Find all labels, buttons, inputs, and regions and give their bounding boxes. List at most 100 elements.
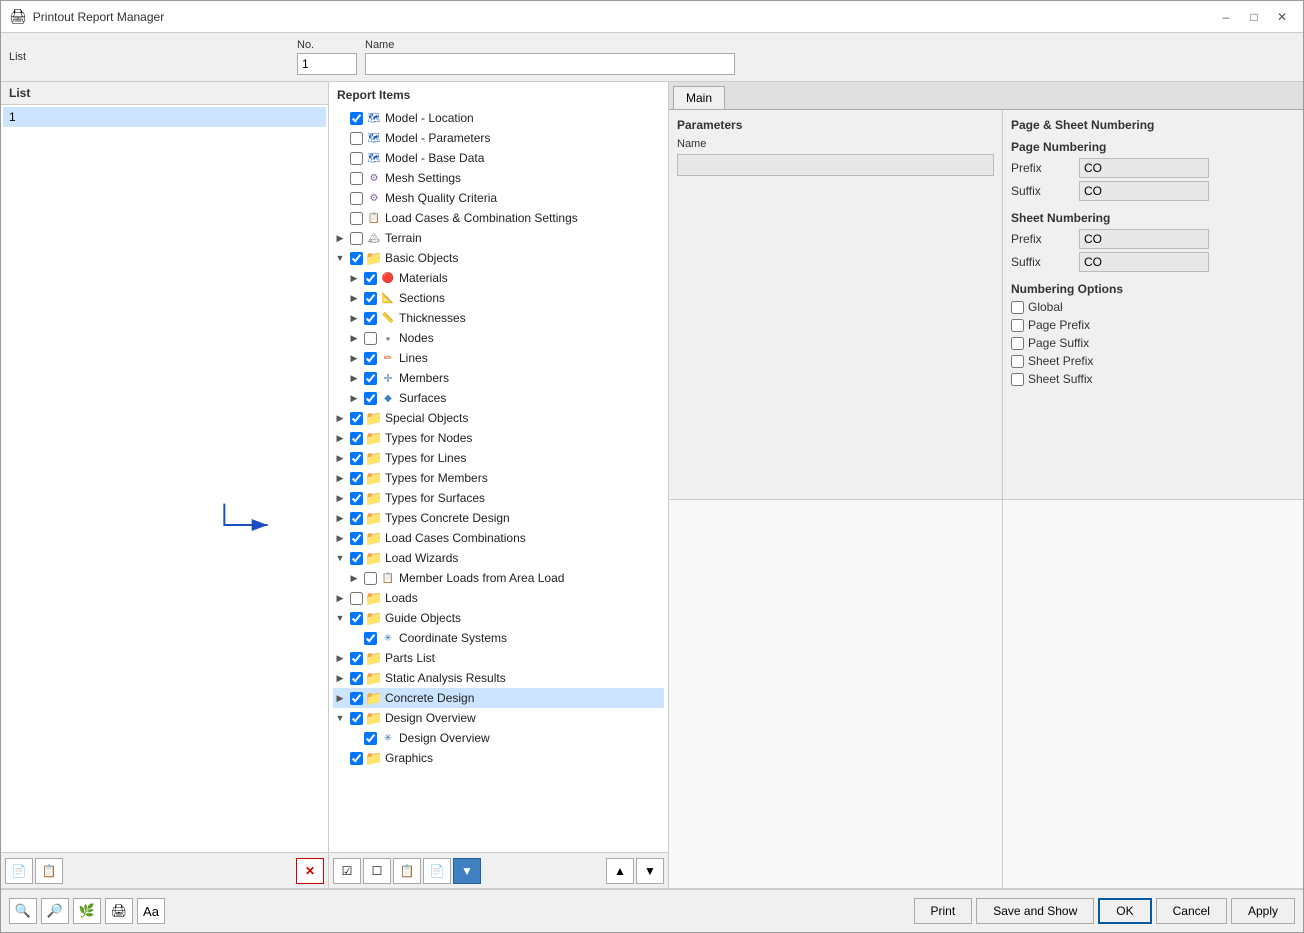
copy-tree-button[interactable]: 📋: [393, 858, 421, 884]
checkbox-member-loads[interactable]: [364, 572, 377, 585]
checkbox-design-overview-child[interactable]: [364, 732, 377, 745]
checkbox-concrete-design[interactable]: [350, 692, 363, 705]
tree-item-graphics[interactable]: 📁 Graphics: [333, 748, 664, 768]
close-button[interactable]: ✕: [1269, 6, 1295, 28]
toggle-special-objects[interactable]: ▶: [333, 411, 347, 425]
save-show-button[interactable]: Save and Show: [976, 898, 1094, 924]
checkbox-types-surfaces[interactable]: [350, 492, 363, 505]
bottom-tool-text[interactable]: Aa: [137, 898, 165, 924]
tree-item-load-cases-combos[interactable]: ▶ 📁 Load Cases Combinations: [333, 528, 664, 548]
page-suffix-input[interactable]: [1079, 181, 1209, 201]
tree-item-model-parameters[interactable]: 🗺 Model - Parameters: [333, 128, 664, 148]
checkbox-nodes[interactable]: [364, 332, 377, 345]
checkbox-static-analysis[interactable]: [350, 672, 363, 685]
tree-item-types-members[interactable]: ▶ 📁 Types for Members: [333, 468, 664, 488]
toggle-members[interactable]: ▶: [347, 371, 361, 385]
toggle-loads[interactable]: ▶: [333, 591, 347, 605]
toggle-surfaces[interactable]: ▶: [347, 391, 361, 405]
checkbox-terrain[interactable]: [350, 232, 363, 245]
toggle-parts-list[interactable]: ▶: [333, 651, 347, 665]
tree-item-members[interactable]: ▶ ✛ Members: [333, 368, 664, 388]
tree-item-parts-list[interactable]: ▶ 📁 Parts List: [333, 648, 664, 668]
toggle-types-lines[interactable]: ▶: [333, 451, 347, 465]
toggle-design-overview[interactable]: ▼: [333, 711, 347, 725]
toggle-nodes[interactable]: ▶: [347, 331, 361, 345]
list-item[interactable]: 1: [3, 107, 326, 127]
checkbox-materials[interactable]: [364, 272, 377, 285]
checkbox-parts-list[interactable]: [350, 652, 363, 665]
minimize-button[interactable]: –: [1213, 6, 1239, 28]
checkbox-types-members[interactable]: [350, 472, 363, 485]
check-item-button[interactable]: ☑: [333, 858, 361, 884]
checkbox-coordinate-systems[interactable]: [364, 632, 377, 645]
checkbox-sections[interactable]: [364, 292, 377, 305]
toggle-basic-objects[interactable]: ▼: [333, 251, 347, 265]
checkbox-load-cases-combos[interactable]: [350, 532, 363, 545]
add-item-button[interactable]: 📄: [5, 858, 33, 884]
checkbox-loads[interactable]: [350, 592, 363, 605]
checkbox-load-cases-settings[interactable]: [350, 212, 363, 225]
sheet-prefix-input[interactable]: [1079, 229, 1209, 249]
toggle-terrain[interactable]: ▶: [333, 231, 347, 245]
list-area[interactable]: 1: [1, 105, 328, 852]
toggle-types-members[interactable]: ▶: [333, 471, 347, 485]
maximize-button[interactable]: □: [1241, 6, 1267, 28]
bottom-tool-zoom-out[interactable]: 🔎: [41, 898, 69, 924]
tree-item-concrete-design[interactable]: ▶ 📁 Concrete Design: [333, 688, 664, 708]
tree-item-static-analysis[interactable]: ▶ 📁 Static Analysis Results: [333, 668, 664, 688]
tree-item-types-concrete[interactable]: ▶ 📁 Types Concrete Design: [333, 508, 664, 528]
checkbox-lines[interactable]: [364, 352, 377, 365]
checkbox-graphics[interactable]: [350, 752, 363, 765]
tree-item-types-lines[interactable]: ▶ 📁 Types for Lines: [333, 448, 664, 468]
checkbox-thicknesses[interactable]: [364, 312, 377, 325]
bottom-tool-search[interactable]: 🔍: [9, 898, 37, 924]
checkbox-model-location[interactable]: [350, 112, 363, 125]
print-button[interactable]: Print: [914, 898, 973, 924]
params-name-input[interactable]: [677, 154, 994, 176]
apply-button[interactable]: Apply: [1231, 898, 1295, 924]
uncheck-item-button[interactable]: ☐: [363, 858, 391, 884]
tree-item-materials[interactable]: ▶ 🔴 Materials: [333, 268, 664, 288]
tree-item-load-cases-settings[interactable]: 📋 Load Cases & Combination Settings: [333, 208, 664, 228]
bottom-tool-tree[interactable]: 🌿: [73, 898, 101, 924]
ok-button[interactable]: OK: [1098, 898, 1151, 924]
checkbox-guide-objects[interactable]: [350, 612, 363, 625]
tree-item-model-base-data[interactable]: 🗺 Model - Base Data: [333, 148, 664, 168]
toggle-concrete-design[interactable]: ▶: [333, 691, 347, 705]
checkbox-mesh-quality[interactable]: [350, 192, 363, 205]
tree-item-sections[interactable]: ▶ 📐 Sections: [333, 288, 664, 308]
tree-item-coordinate-systems[interactable]: ✳ Coordinate Systems: [333, 628, 664, 648]
checkbox-model-base-data[interactable]: [350, 152, 363, 165]
toggle-thicknesses[interactable]: ▶: [347, 311, 361, 325]
checkbox-page-suffix[interactable]: [1011, 337, 1024, 350]
no-input[interactable]: [297, 53, 357, 75]
sheet-suffix-input[interactable]: [1079, 252, 1209, 272]
toggle-static-analysis[interactable]: ▶: [333, 671, 347, 685]
checkbox-global[interactable]: [1011, 301, 1024, 314]
toggle-types-nodes[interactable]: ▶: [333, 431, 347, 445]
toggle-sections[interactable]: ▶: [347, 291, 361, 305]
checkbox-types-lines[interactable]: [350, 452, 363, 465]
tree-item-special-objects[interactable]: ▶ 📁 Special Objects: [333, 408, 664, 428]
checkbox-design-overview[interactable]: [350, 712, 363, 725]
toggle-materials[interactable]: ▶: [347, 271, 361, 285]
tree-item-guide-objects[interactable]: ▼ 📁 Guide Objects: [333, 608, 664, 628]
checkbox-mesh-settings[interactable]: [350, 172, 363, 185]
tree-item-mesh-quality[interactable]: ⚙ Mesh Quality Criteria: [333, 188, 664, 208]
checkbox-types-nodes[interactable]: [350, 432, 363, 445]
tree-item-mesh-settings[interactable]: ⚙ Mesh Settings: [333, 168, 664, 188]
tree-item-member-loads[interactable]: ▶ 📋 Member Loads from Area Load: [333, 568, 664, 588]
delete-item-button[interactable]: ✕: [296, 858, 324, 884]
bottom-tool-print[interactable]: 🖨: [105, 898, 133, 924]
filter-button[interactable]: ▼: [453, 858, 481, 884]
tree-item-model-location[interactable]: 🗺 Model - Location: [333, 108, 664, 128]
tree-item-loads[interactable]: ▶ 📁 Loads: [333, 588, 664, 608]
toggle-guide-objects[interactable]: ▼: [333, 611, 347, 625]
checkbox-basic-objects[interactable]: [350, 252, 363, 265]
checkbox-model-parameters[interactable]: [350, 132, 363, 145]
tree-item-types-nodes[interactable]: ▶ 📁 Types for Nodes: [333, 428, 664, 448]
toggle-load-wizards[interactable]: ▼: [333, 551, 347, 565]
tree-item-basic-objects[interactable]: ▼ 📁 Basic Objects: [333, 248, 664, 268]
toggle-load-cases-combos[interactable]: ▶: [333, 531, 347, 545]
tree-item-terrain[interactable]: ▶ 🏔 Terrain: [333, 228, 664, 248]
